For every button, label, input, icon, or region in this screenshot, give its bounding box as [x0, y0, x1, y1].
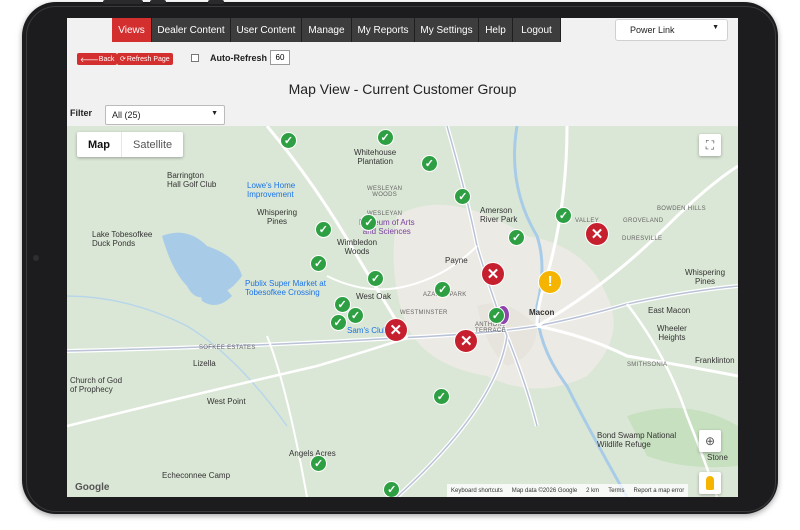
place-label: Stone [707, 453, 728, 462]
street-view-pegman-icon[interactable] [699, 472, 721, 494]
tab-views[interactable]: Views [112, 18, 152, 42]
place-label: Lowe's Home Improvement [247, 181, 296, 199]
tablet-camera [33, 255, 39, 261]
tab-my-settings[interactable]: My Settings [415, 18, 479, 42]
place-label: Church of God of Prophecy [70, 376, 123, 394]
back-button[interactable]: 🡐 Back [77, 53, 118, 65]
tab-logout[interactable]: Logout [513, 18, 561, 42]
tab-manage[interactable]: Manage [302, 18, 352, 42]
place-label: Wimbledon Woods [337, 238, 378, 256]
place-label: West Point [207, 397, 246, 406]
map-marker-ok[interactable]: ✓ [310, 254, 328, 272]
account-select-value: Power Link [630, 25, 675, 35]
toolbar: 🡐 Back ⟳ Refresh Page Auto-Refresh 60 [67, 48, 738, 70]
page-title: Map View - Current Customer Group [288, 81, 517, 97]
map-scale: 2 km [586, 487, 600, 494]
place-label: Whispering Pines [685, 268, 726, 286]
place-label: DURESVILLE [622, 236, 663, 242]
refresh-icon: ⟳ [120, 56, 126, 63]
place-label: Lizella [193, 359, 216, 368]
place-label: Amerson River Park [480, 206, 518, 224]
place-label: Bond Swamp National Wildlife Refuge [597, 431, 677, 449]
tab-my-reports[interactable]: My Reports [352, 18, 415, 42]
filter-label: Filter [70, 108, 93, 118]
tab-user-content[interactable]: User Content [231, 18, 302, 42]
chevron-down-icon: ▼ [211, 110, 218, 117]
map-marker-ok[interactable]: ✓ [329, 314, 347, 332]
place-label: Publix Super Market at Tobesofkee Crossi… [245, 279, 326, 297]
map-marker-ok[interactable]: ✓ [347, 306, 365, 324]
map-marker-bad[interactable]: ✕ [585, 221, 610, 246]
map-marker-ok[interactable]: ✓ [420, 154, 438, 172]
refresh-button-label: Refresh Page [126, 55, 170, 63]
place-label: GROVELAND [623, 218, 664, 224]
report-map-error-link[interactable]: Report a map error [634, 488, 685, 494]
place-label: Payne [445, 256, 468, 265]
map-marker-ok[interactable]: ✓ [376, 128, 394, 146]
place-label: Wheeler Heights [657, 324, 687, 342]
map-marker-ok[interactable]: ✓ [367, 269, 385, 287]
place-label: Sam's Club [347, 326, 388, 335]
chevron-down-icon: ▼ [712, 24, 719, 31]
auto-refresh-label: Auto-Refresh [210, 53, 268, 63]
refresh-button[interactable]: ⟳ Refresh Page [117, 53, 173, 65]
arrow-left-icon: 🡐 [80, 56, 99, 64]
map-marker-warn[interactable]: ! [538, 269, 563, 294]
map-marker-ok[interactable]: ✓ [508, 228, 526, 246]
place-label: Barrington Hall Golf Club [167, 171, 217, 189]
map-marker-bad[interactable]: ✕ [383, 318, 408, 343]
place-label: WESTMINSTER [400, 310, 448, 316]
tablet-button-top-2 [150, 0, 166, 4]
place-label: SOFKEE ESTATES [199, 345, 256, 351]
tablet-button-top-1 [103, 0, 143, 4]
tab-help[interactable]: Help [479, 18, 513, 42]
place-label: Lake Tobesofkee Duck Ponds [92, 230, 153, 248]
place-label: BOWDEN HILLS [657, 206, 706, 212]
place-label: West Oak [356, 292, 391, 301]
map-data-text: Map data ©2026 Google [511, 487, 578, 494]
screen: Views Dealer Content User Content Manage… [67, 18, 738, 497]
map-type-satellite-button[interactable]: Satellite [122, 132, 183, 157]
map-marker-ok[interactable]: ✓ [383, 481, 401, 497]
auto-refresh-checkbox[interactable] [191, 54, 199, 62]
map-marker-ok[interactable]: ✓ [434, 280, 452, 298]
map-type-map-button[interactable]: Map [77, 132, 122, 157]
filter-select-value: All (25) [112, 110, 141, 120]
map-marker-ok[interactable]: ✓ [487, 306, 505, 324]
back-button-label: Back [98, 55, 115, 63]
map-attribution: Keyboard shortcuts Map data ©2026 Google… [447, 484, 689, 497]
place-label: East Macon [648, 306, 691, 315]
map-type-toggle: Map Satellite [77, 132, 184, 157]
place-label: Macon [529, 308, 555, 317]
tablet-button-top-3 [208, 0, 224, 4]
fullscreen-icon[interactable]: ⛶ [699, 134, 721, 156]
account-select[interactable]: Power Link ▼ [615, 19, 728, 41]
location-icon[interactable]: ⊕ [699, 430, 721, 452]
place-label: Echeconnee Camp [162, 471, 231, 480]
google-logo: Google [75, 482, 110, 493]
terms-link[interactable]: Terms [608, 488, 624, 494]
filter-select[interactable]: All (25) ▼ [105, 105, 225, 125]
map-canvas[interactable]: Map Satellite ⛶ ⊕ Whitehouse Plantation … [67, 126, 738, 497]
place-label: WESLEYAN WOODS [367, 186, 403, 198]
place-label: Whispering Pines [257, 208, 298, 226]
map-marker-ok[interactable]: ✓ [555, 206, 573, 224]
place-label: Franklinton [695, 356, 735, 365]
place-label: SMITHSONIA [627, 362, 668, 368]
tab-dealer-content[interactable]: Dealer Content [152, 18, 231, 42]
place-label: Whitehouse Plantation [354, 148, 397, 166]
keyboard-shortcuts-link[interactable]: Keyboard shortcuts [451, 488, 503, 494]
top-nav: Views Dealer Content User Content Manage… [67, 18, 738, 43]
auto-refresh-interval-input[interactable]: 60 [270, 50, 290, 65]
